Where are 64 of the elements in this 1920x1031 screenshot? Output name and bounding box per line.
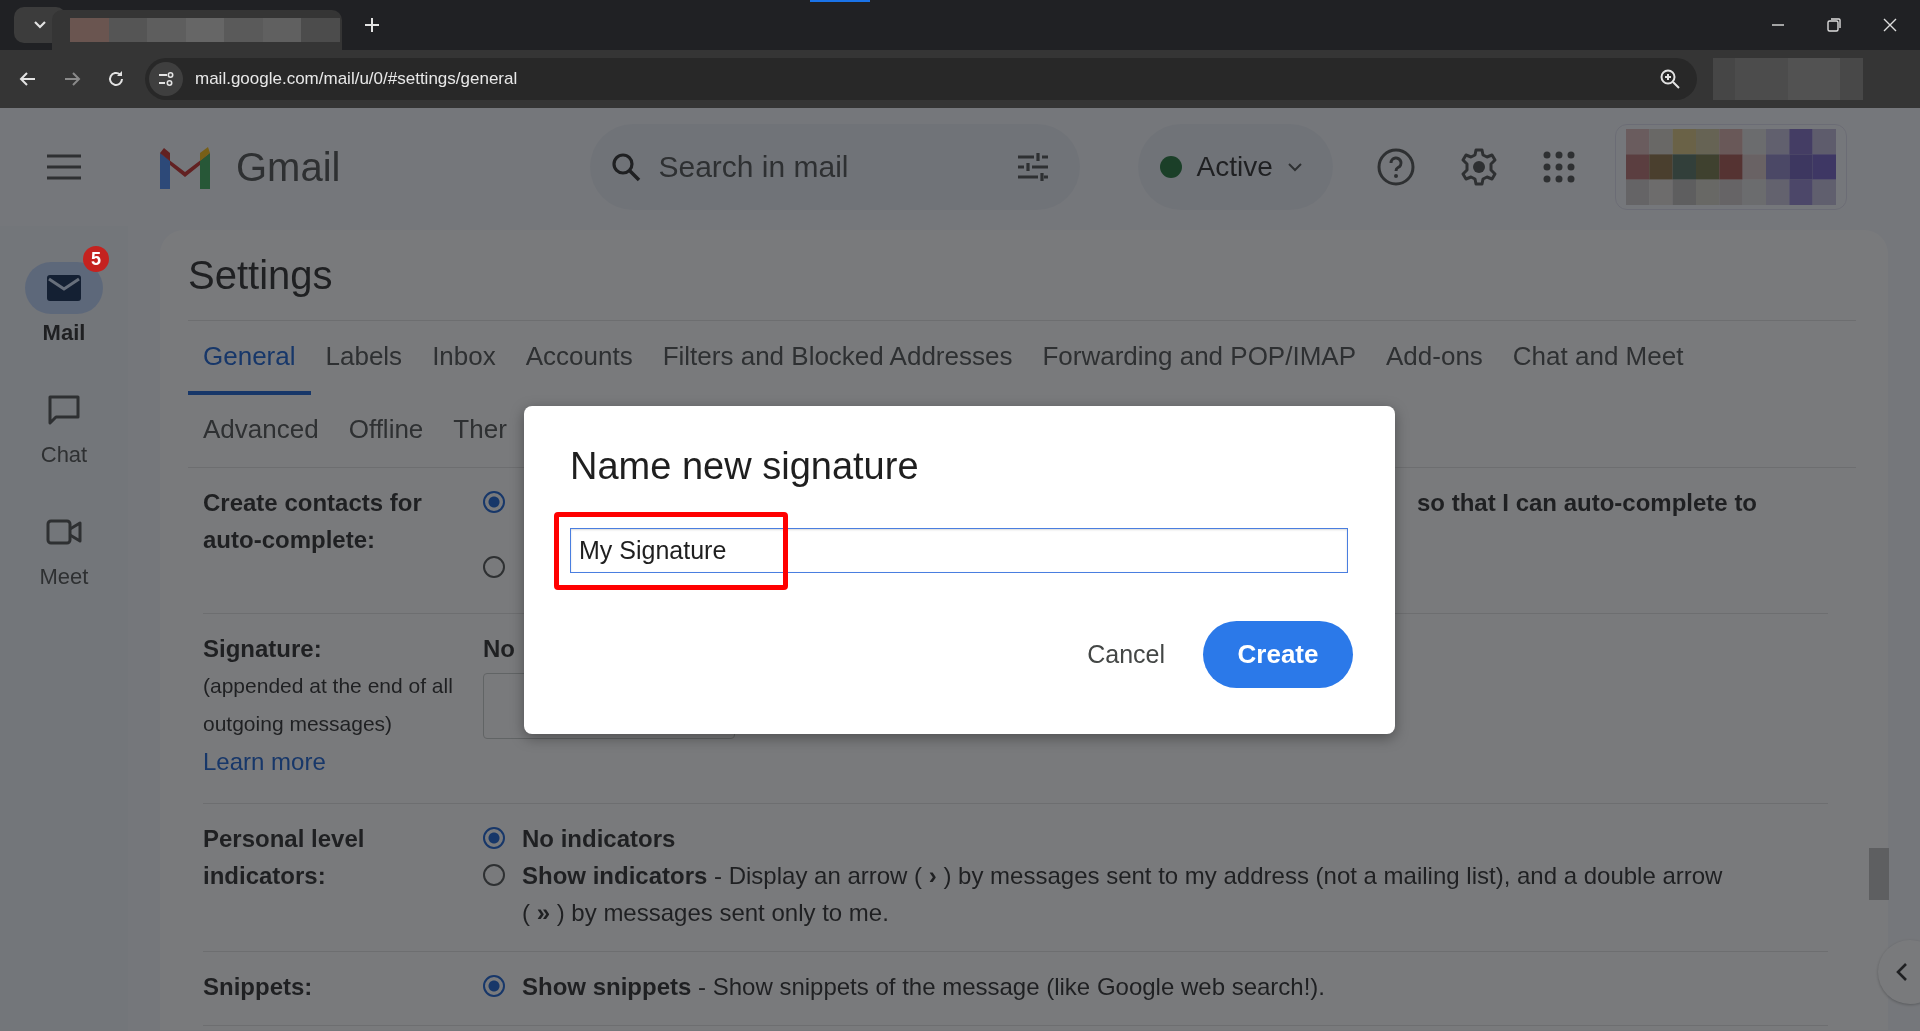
caret-icon: [1286, 162, 1303, 172]
setting-label: Create contacts for auto-complete:: [203, 488, 423, 555]
close-icon[interactable]: [1882, 17, 1898, 33]
status-dot-icon: [1160, 156, 1183, 178]
settings-tab[interactable]: Inbox: [417, 321, 511, 395]
video-camera-icon: [46, 519, 82, 545]
settings-tab[interactable]: Advanced: [188, 395, 334, 467]
settings-tab[interactable]: General: [188, 321, 311, 395]
page-title: Settings: [188, 251, 334, 299]
settings-tab[interactable]: Ther: [438, 395, 522, 467]
signature-name-field[interactable]: My Signature: [570, 528, 1348, 573]
rail-label: Mail: [42, 320, 86, 346]
menu-icon[interactable]: [46, 154, 82, 180]
search-options-icon[interactable]: [1016, 152, 1051, 182]
settings-tab[interactable]: Filters and Blocked Addresses: [647, 321, 1028, 395]
browser-tab[interactable]: [52, 10, 342, 50]
option-text: Show indicators - Display an arrow ( › ) by messages sent to my address (not a mailing list), and a double arrow ( » ) by messages sent only to me.: [522, 861, 1724, 928]
radio-button[interactable]: [483, 975, 505, 997]
settings-tab[interactable]: Add-ons: [1371, 321, 1498, 395]
app-name: Gmail: [236, 144, 341, 190]
radio-button[interactable]: [483, 556, 505, 578]
search-icon: [610, 151, 643, 183]
learn-more-link[interactable]: Learn more: [203, 743, 483, 781]
cancel-button[interactable]: Cancel: [1087, 630, 1165, 679]
radio-button[interactable]: [483, 864, 505, 886]
help-icon[interactable]: [1376, 148, 1415, 186]
search-field[interactable]: Search in mail: [656, 149, 1017, 185]
zoom-icon[interactable]: [1659, 68, 1681, 90]
radio-button[interactable]: [483, 491, 505, 513]
new-tab-icon[interactable]: [364, 17, 380, 33]
settings-tab[interactable]: Labels: [310, 321, 418, 395]
apps-icon[interactable]: [1542, 151, 1575, 183]
chat-bubble-icon: [47, 394, 81, 426]
option-text: so that I can auto-complete to: [1417, 488, 1758, 518]
setting-label: Snippets:: [203, 972, 314, 1002]
site-info-icon[interactable]: [149, 62, 183, 96]
settings-tab[interactable]: Offline: [333, 395, 439, 467]
setting-note: (appended at the end of all outgoing messages): [203, 673, 454, 737]
envelope-icon: [47, 275, 81, 301]
search-bar[interactable]: Search in mail: [590, 124, 1081, 210]
reload-icon[interactable]: [106, 69, 126, 89]
account-avatar[interactable]: [1614, 124, 1847, 210]
rail-label: Meet: [39, 564, 89, 590]
status-dropdown[interactable]: Active: [1138, 124, 1333, 210]
radio-button[interactable]: [483, 827, 505, 849]
chevron-left-icon: [1896, 962, 1908, 982]
scrollbar-thumb[interactable]: [1869, 848, 1889, 900]
dialog-title: Name new signature: [570, 444, 920, 489]
rail-label: Chat: [40, 442, 88, 468]
caret-icon: [33, 20, 47, 30]
restore-icon[interactable]: [1826, 17, 1842, 33]
settings-tab[interactable]: Chat and Meet: [1497, 321, 1699, 395]
signature-value: No: [483, 634, 515, 664]
setting-label: Personal level indicators:: [203, 824, 366, 891]
address-bar[interactable]: mail.google.com/mail/u/0/#settings/general: [145, 58, 1697, 100]
settings-tab[interactable]: Forwarding and POP/IMAP: [1027, 321, 1371, 395]
setting-label: Signature:: [203, 634, 323, 664]
settings-tab[interactable]: Accounts: [510, 321, 648, 395]
option-text: No indicators: [522, 824, 677, 854]
create-button[interactable]: Create: [1203, 621, 1353, 688]
unread-count: 5: [83, 246, 109, 272]
url-text: mail.google.com/mail/u/0/#settings/general: [195, 69, 518, 89]
indicator-bar: [810, 0, 870, 2]
option-text: Show snippets - Show snippets of the message (like Google web search!).: [522, 972, 1326, 1002]
